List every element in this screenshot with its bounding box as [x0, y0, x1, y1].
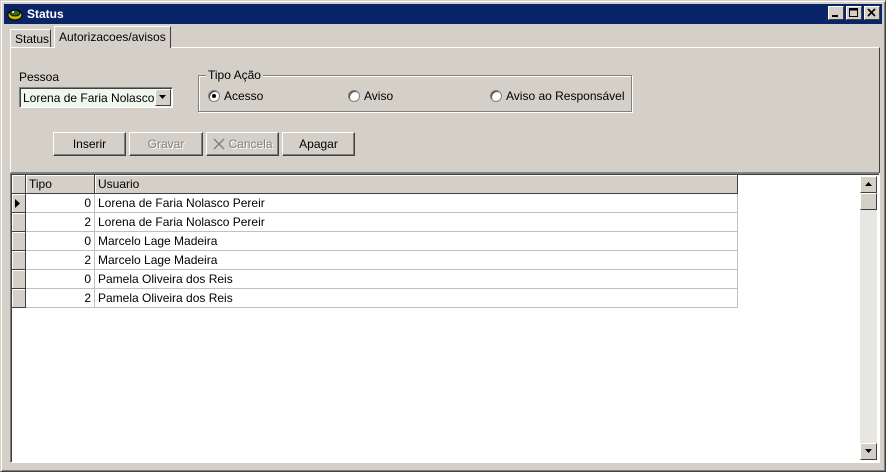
cell-tipo[interactable]: 2 [26, 213, 95, 232]
row-indicator [12, 213, 26, 232]
radio-aviso-responsavel[interactable]: Aviso ao Responsável [490, 89, 625, 103]
scroll-thumb[interactable] [860, 193, 877, 210]
cell-tipo[interactable]: 2 [26, 251, 95, 270]
radio-checked-icon [208, 90, 220, 102]
gravar-button[interactable]: Gravar [129, 132, 203, 156]
arrow-up-icon [865, 182, 872, 186]
radio-aviso[interactable]: Aviso [348, 89, 393, 103]
radio-aviso-responsavel-label: Aviso ao Responsável [506, 89, 625, 103]
pessoa-dropdown-button[interactable] [155, 89, 171, 106]
tab-status-label: Status [15, 32, 50, 46]
cell-tipo[interactable]: 0 [26, 270, 95, 289]
grid-corner [12, 175, 26, 194]
scroll-up-button[interactable] [860, 176, 877, 193]
status-window: Status Status Autorizacoes/avisos Pessoa… [0, 0, 886, 472]
column-header-tipo[interactable]: Tipo [26, 175, 95, 194]
close-icon [867, 8, 876, 17]
arrow-down-icon [865, 449, 872, 453]
gravar-label: Gravar [147, 137, 185, 151]
scroll-down-button[interactable] [860, 443, 877, 460]
minimize-button[interactable] [828, 6, 844, 20]
row-indicator [12, 270, 26, 289]
tipo-acao-label: Tipo Ação [206, 68, 263, 82]
title-bar[interactable]: Status [4, 4, 882, 24]
vertical-scrollbar[interactable] [860, 176, 877, 460]
cell-tipo[interactable]: 0 [26, 194, 95, 213]
maximize-button[interactable] [846, 6, 862, 20]
cancela-label: Cancela [228, 137, 273, 151]
cell-tipo[interactable]: 0 [26, 232, 95, 251]
cell-usuario[interactable]: Pamela Oliveira dos Reis [95, 270, 738, 289]
column-header-usuario[interactable]: Usuario [95, 175, 738, 194]
row-indicator [12, 289, 26, 308]
tab-autorizacoes-label: Autorizacoes/avisos [59, 30, 166, 44]
cell-usuario[interactable]: Marcelo Lage Madeira [95, 251, 738, 270]
pessoa-select-value: Lorena de Faria Nolasco Pereir [23, 91, 155, 105]
apagar-button[interactable]: Apagar [282, 132, 355, 156]
current-row-arrow-icon [15, 199, 20, 208]
row-indicator [12, 251, 26, 270]
tab-status[interactable]: Status [10, 29, 51, 47]
cell-usuario[interactable]: Lorena de Faria Nolasco Pereir [95, 194, 738, 213]
row-indicator [12, 232, 26, 251]
apagar-label: Apagar [299, 137, 338, 151]
inserir-label: Inserir [72, 137, 107, 151]
minimize-icon [832, 15, 838, 17]
app-icon [7, 9, 23, 21]
window-title: Status [27, 7, 64, 21]
radio-unchecked-icon [348, 90, 360, 102]
cell-tipo[interactable]: 2 [26, 289, 95, 308]
close-button[interactable] [864, 6, 880, 20]
cell-usuario[interactable]: Pamela Oliveira dos Reis [95, 289, 738, 308]
chevron-down-icon [159, 95, 166, 99]
row-indicator [12, 194, 26, 213]
cell-usuario[interactable]: Marcelo Lage Madeira [95, 232, 738, 251]
authorizations-grid[interactable]: Tipo Usuario 0 Lorena de Faria Nolasco P… [10, 173, 880, 463]
pessoa-select[interactable]: Lorena de Faria Nolasco Pereir [19, 87, 173, 108]
maximize-icon [849, 8, 858, 17]
pessoa-label: Pessoa [19, 70, 60, 84]
radio-acesso[interactable]: Acesso [208, 89, 263, 103]
radio-acesso-label: Acesso [224, 89, 264, 103]
radio-aviso-label: Aviso [364, 89, 394, 103]
cancela-button[interactable]: Cancela [206, 132, 279, 156]
radio-unchecked-icon [490, 90, 502, 102]
cell-usuario[interactable]: Lorena de Faria Nolasco Pereir [95, 213, 738, 232]
cancel-x-icon [213, 138, 226, 150]
tab-autorizacoes-avisos[interactable]: Autorizacoes/avisos [54, 26, 171, 48]
inserir-button[interactable]: Inserir [53, 132, 126, 156]
